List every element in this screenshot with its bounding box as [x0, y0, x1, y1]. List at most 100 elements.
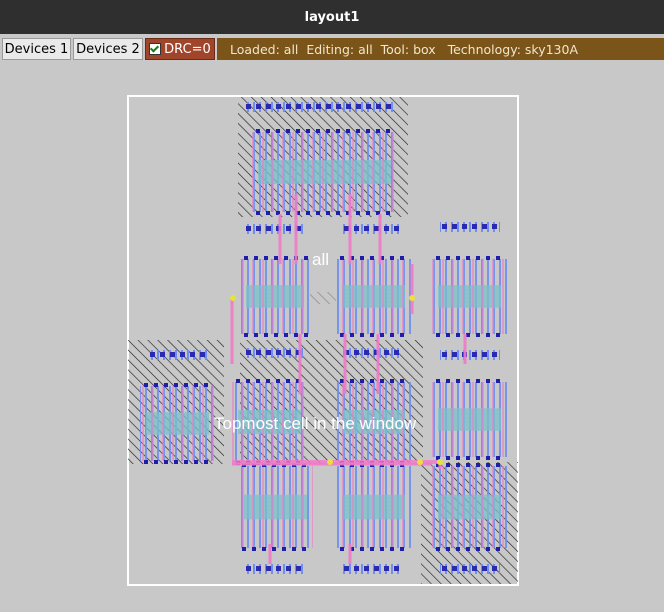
- drc-checkbox[interactable]: [149, 43, 162, 55]
- contact: [340, 333, 344, 337]
- contact: [254, 256, 258, 260]
- contact: [306, 211, 310, 215]
- contact: [466, 379, 470, 383]
- contact: [194, 460, 198, 464]
- port-contact: [266, 350, 271, 355]
- port-contact: [246, 350, 251, 355]
- contact: [356, 211, 360, 215]
- contact: [256, 129, 260, 133]
- port-row: [244, 564, 304, 574]
- contact: [476, 456, 480, 460]
- contact: [236, 379, 240, 383]
- contact: [496, 456, 500, 460]
- port-contact: [180, 352, 185, 357]
- port-contact: [276, 104, 281, 109]
- contact: [476, 256, 480, 260]
- contact: [446, 547, 450, 551]
- port-contact: [472, 566, 477, 571]
- contact: [284, 256, 288, 260]
- contact: [340, 379, 344, 383]
- port-contact: [482, 224, 487, 229]
- contact: [184, 460, 188, 464]
- contact: [466, 256, 470, 260]
- port-contact: [170, 352, 175, 357]
- contact: [336, 129, 340, 133]
- contact: [370, 547, 374, 551]
- contact: [256, 379, 260, 383]
- contact: [386, 129, 390, 133]
- contact: [266, 379, 270, 383]
- contact: [380, 333, 384, 337]
- contact: [326, 211, 330, 215]
- contact: [436, 379, 440, 383]
- contact: [486, 256, 490, 260]
- port-contact: [344, 226, 349, 231]
- contact: [266, 211, 270, 215]
- contact: [476, 463, 480, 467]
- contact: [370, 333, 374, 337]
- contact: [366, 211, 370, 215]
- contact: [456, 256, 460, 260]
- contact: [266, 129, 270, 133]
- contact: [456, 379, 460, 383]
- port-contact: [374, 226, 379, 231]
- contact: [276, 129, 280, 133]
- device-poly: [238, 466, 313, 548]
- port-contact: [296, 104, 301, 109]
- port-contact: [384, 350, 389, 355]
- contact: [204, 383, 208, 387]
- contact: [466, 547, 470, 551]
- contact: [446, 463, 450, 467]
- devices-2-button[interactable]: Devices 2: [73, 38, 143, 60]
- contact: [436, 547, 440, 551]
- device-poly: [240, 259, 310, 334]
- contact: [376, 129, 380, 133]
- port-contact: [256, 566, 261, 571]
- status-bar: Loaded: all Editing: all Tool: box Techn…: [217, 38, 664, 60]
- port-row: [440, 222, 500, 232]
- port-contact: [286, 350, 291, 355]
- contact: [476, 379, 480, 383]
- port-contact: [452, 224, 457, 229]
- port-contact: [296, 566, 301, 571]
- port-contact: [286, 226, 291, 231]
- drc-toggle[interactable]: DRC=0: [145, 38, 215, 60]
- contact: [340, 547, 344, 551]
- contact: [302, 547, 306, 551]
- device-poly: [336, 259, 411, 334]
- port-contact: [160, 352, 165, 357]
- contact: [276, 379, 280, 383]
- contact: [184, 383, 188, 387]
- contact: [380, 379, 384, 383]
- pin-marker: [409, 295, 415, 301]
- contact: [400, 333, 404, 337]
- contact: [274, 256, 278, 260]
- port-contact: [472, 352, 477, 357]
- layout-canvas[interactable]: all Topmost cell in the window: [0, 64, 664, 608]
- contact: [154, 460, 158, 464]
- drc-label: DRC=0: [164, 41, 211, 57]
- window-title: layout1: [304, 9, 360, 25]
- port-row: [244, 348, 304, 358]
- contact: [486, 379, 490, 383]
- contact: [496, 547, 500, 551]
- port-contact: [442, 224, 447, 229]
- contact: [340, 256, 344, 260]
- contact: [390, 333, 394, 337]
- contact: [386, 211, 390, 215]
- via-cross: [310, 292, 336, 304]
- port-contact: [364, 226, 369, 231]
- port-contact: [266, 566, 271, 571]
- contact: [436, 256, 440, 260]
- contact: [292, 547, 296, 551]
- contact: [436, 333, 440, 337]
- contact: [286, 379, 290, 383]
- port-contact: [286, 104, 291, 109]
- port-contact: [394, 350, 399, 355]
- port-contact: [256, 104, 261, 109]
- devices-1-label: Devices 1: [4, 41, 69, 57]
- port-contact: [246, 226, 251, 231]
- port-contact: [306, 104, 311, 109]
- devices-1-button[interactable]: Devices 1: [2, 38, 71, 60]
- contact: [246, 379, 250, 383]
